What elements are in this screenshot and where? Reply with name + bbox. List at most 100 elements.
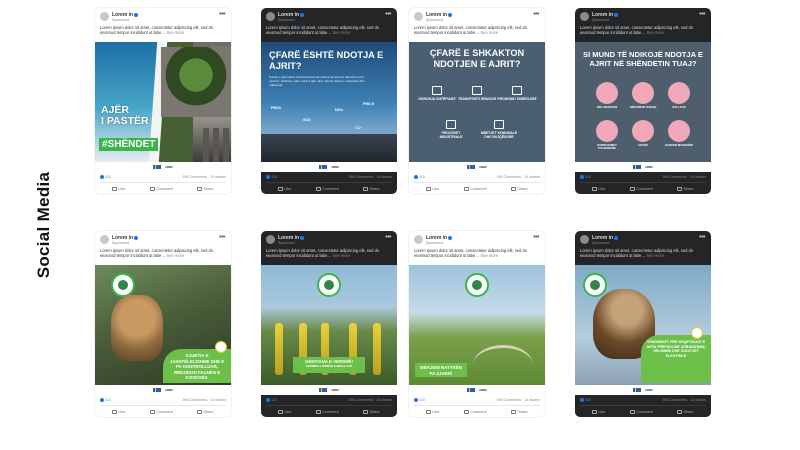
post-caption: Lorem ipsum dolor sit amet, consectetur … bbox=[95, 25, 231, 42]
share-button[interactable]: Share bbox=[677, 186, 694, 191]
post-card: Lorem in Sponsored ••• Lorem ipsum dolor si… bbox=[261, 8, 397, 194]
more-options-icon[interactable]: ••• bbox=[219, 234, 225, 241]
like-button[interactable]: Like bbox=[426, 186, 440, 191]
likes-count[interactable]: 115 bbox=[100, 398, 111, 403]
like-button[interactable]: Like bbox=[278, 409, 291, 414]
post-image[interactable]: ÇFARË ËSHTË NDOTJA E AJRIT? Ndotja e ajri… bbox=[261, 42, 397, 162]
likes-count[interactable]: 115 bbox=[266, 175, 277, 180]
post-image[interactable]: MBAJENI NATYRËN PA ZJARR! bbox=[409, 265, 545, 385]
likes-count[interactable]: 115 bbox=[414, 175, 425, 180]
see-more-link[interactable]: See more bbox=[480, 253, 498, 258]
share-button[interactable]: Share bbox=[363, 409, 380, 414]
avatar[interactable] bbox=[266, 235, 275, 244]
more-options-icon[interactable]: ••• bbox=[699, 11, 705, 18]
comment-button[interactable]: Comment bbox=[630, 409, 653, 414]
more-options-icon[interactable]: ••• bbox=[385, 234, 391, 241]
likes-count[interactable]: 115 bbox=[414, 398, 425, 403]
like-label: Like bbox=[432, 186, 440, 191]
see-more-link[interactable]: See more bbox=[166, 253, 184, 258]
comments-count[interactable]: 590 Comments · 14 shares bbox=[663, 175, 706, 179]
share-button[interactable]: Share bbox=[363, 186, 380, 191]
like-button[interactable]: Like bbox=[592, 186, 606, 191]
post-header: Lorem in Sponsored ••• bbox=[409, 8, 545, 25]
post-image[interactable]: AJËR I PASTËR #SHËNDET bbox=[95, 42, 231, 162]
section-title: Social Media bbox=[34, 171, 53, 279]
share-button[interactable]: Share bbox=[511, 409, 528, 414]
partner-logo-text: AMMK bbox=[479, 388, 487, 392]
avatar[interactable] bbox=[414, 235, 423, 244]
comment-button[interactable]: Comment bbox=[630, 186, 653, 191]
like-button[interactable]: Like bbox=[426, 409, 439, 414]
likes-count[interactable]: 115 bbox=[100, 175, 111, 180]
sponsored-label: Sponsored bbox=[426, 18, 443, 22]
sweden-flag-icon bbox=[633, 388, 642, 392]
likes-count[interactable]: 115 bbox=[580, 398, 591, 403]
like-label: Like bbox=[598, 186, 606, 191]
share-button[interactable]: Share bbox=[511, 186, 528, 191]
eagle-icon bbox=[691, 327, 703, 339]
avatar[interactable] bbox=[580, 235, 589, 244]
post-image[interactable]: GJUETIA E JASHTËLIGJSHME DHE E PA KONTRO… bbox=[95, 265, 231, 385]
post-actions: Like Comment Share bbox=[414, 182, 540, 194]
sweden-flag-icon bbox=[633, 165, 642, 169]
see-more-link[interactable]: See more bbox=[332, 30, 350, 35]
like-button[interactable]: Like bbox=[112, 409, 125, 414]
avatar[interactable] bbox=[266, 12, 275, 21]
post-actions: Like Comment Share bbox=[580, 405, 706, 417]
partner-logos: AMMK bbox=[261, 162, 397, 172]
cause-icon bbox=[494, 120, 504, 129]
see-more-link[interactable]: See more bbox=[332, 253, 350, 258]
likes-count[interactable]: 115 bbox=[266, 398, 277, 403]
like-button[interactable]: Like bbox=[278, 186, 292, 191]
comments-count[interactable]: 590 Comments · 14 shares bbox=[663, 398, 706, 402]
more-options-icon[interactable]: ••• bbox=[533, 234, 539, 241]
see-more-link[interactable]: See more bbox=[646, 30, 664, 35]
comment-button[interactable]: Comment bbox=[316, 409, 339, 414]
like-label: Like bbox=[284, 186, 292, 191]
avatar[interactable] bbox=[414, 12, 423, 21]
comments-count[interactable]: 590 Comments · 14 shares bbox=[349, 175, 392, 179]
post-card: Lorem in Sponsored ••• Lorem ipsum dolor si… bbox=[409, 231, 545, 417]
share-button[interactable]: Share bbox=[197, 186, 214, 191]
see-more-link[interactable]: See more bbox=[646, 253, 664, 258]
avatar[interactable] bbox=[100, 235, 109, 244]
share-icon bbox=[511, 186, 517, 191]
comment-button[interactable]: Comment bbox=[150, 409, 173, 414]
message-text: GJUETIA E JASHTËLIGJSHME DHE E PA KONTRO… bbox=[169, 353, 225, 380]
share-button[interactable]: Share bbox=[197, 409, 214, 414]
post-image[interactable]: VENDIMIKET PËR SHQIPONJAT E ARTA PËRFSHI… bbox=[575, 265, 711, 385]
cause-label: PROCESET INDUSTRIALE bbox=[439, 131, 463, 139]
post-header: Lorem in Sponsored ••• bbox=[95, 8, 231, 25]
like-button[interactable]: Like bbox=[592, 409, 605, 414]
more-options-icon[interactable]: ••• bbox=[385, 11, 391, 18]
post-image[interactable]: ÇFARË E SHKAKTON NDOTJEN E AJRIT? NGROHJA… bbox=[409, 42, 545, 162]
health-effect-label: KANCER MUSHKËRI bbox=[665, 143, 693, 147]
post-image[interactable]: SI MUND TË NDIKOJË NDOTJA E AJRIT NË SHË… bbox=[575, 42, 711, 162]
avatar[interactable] bbox=[100, 12, 109, 21]
likes-value: 115 bbox=[419, 398, 425, 402]
more-options-icon[interactable]: ••• bbox=[219, 11, 225, 18]
comment-button[interactable]: Comment bbox=[464, 409, 487, 414]
health-effect-label: ASTMA bbox=[638, 143, 648, 147]
post-stats: 115 590 Comments · 14 shares bbox=[575, 172, 711, 182]
comments-count[interactable]: 590 Comments · 14 shares bbox=[183, 175, 226, 179]
comments-count[interactable]: 590 Comments · 14 shares bbox=[497, 175, 540, 179]
post-image[interactable]: GENTIANA E VERDHË! SHEMBULL BIMËSH E RRAL… bbox=[261, 265, 397, 385]
health-effect-label: KOLLITJE bbox=[672, 105, 686, 109]
comment-button[interactable]: Comment bbox=[150, 186, 173, 191]
see-more-link[interactable]: See more bbox=[166, 30, 184, 35]
comment-button[interactable]: Comment bbox=[464, 186, 487, 191]
comment-button[interactable]: Comment bbox=[316, 186, 339, 191]
comments-count[interactable]: 590 Comments · 14 shares bbox=[349, 398, 392, 402]
more-options-icon[interactable]: ••• bbox=[699, 234, 705, 241]
more-options-icon[interactable]: ••• bbox=[533, 11, 539, 18]
share-button[interactable]: Share bbox=[677, 409, 694, 414]
avatar[interactable] bbox=[580, 12, 589, 21]
comments-count[interactable]: 590 Comments · 14 shares bbox=[497, 398, 540, 402]
see-more-link[interactable]: See more bbox=[480, 30, 498, 35]
paw-icon bbox=[215, 341, 227, 353]
comments-count[interactable]: 590 Comments · 14 shares bbox=[183, 398, 226, 402]
likes-count[interactable]: 115 bbox=[580, 175, 591, 180]
post-card: Lorem in Sponsored ••• Lorem ipsum dolor si… bbox=[409, 8, 545, 194]
like-button[interactable]: Like bbox=[112, 186, 125, 191]
